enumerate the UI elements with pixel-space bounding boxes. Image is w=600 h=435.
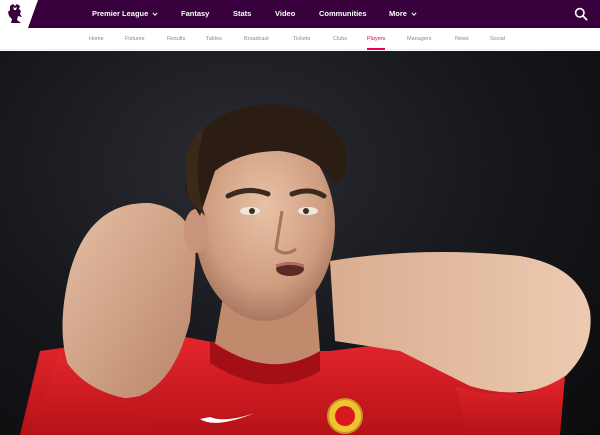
subnav-item-broadcast[interactable]: Broadcast <box>244 28 269 50</box>
subnav-item-fixtures[interactable]: Fixtures <box>125 28 145 50</box>
subnav-item-clubs[interactable]: Clubs <box>333 28 347 50</box>
main-nav-item-label: Video <box>275 9 296 18</box>
main-nav-item-stats[interactable]: Stats <box>233 9 251 18</box>
main-nav-item-label: Communities <box>319 9 367 18</box>
subnav-item-players[interactable]: Players <box>367 28 386 50</box>
main-nav-item-label: Premier League <box>92 9 149 18</box>
main-nav-item-fantasy[interactable]: Fantasy <box>181 9 209 18</box>
main-nav-item-label: More <box>389 9 407 18</box>
chevron-down-icon <box>152 11 158 16</box>
search-icon[interactable] <box>574 7 588 21</box>
player-photo-illustration <box>20 104 591 435</box>
main-nav-item-label: Fantasy <box>181 9 210 18</box>
subnav-item-home[interactable]: Home <box>89 28 104 50</box>
main-nav-item-label: Stats <box>233 9 252 18</box>
sub-navigation: Home Fixtures Results Tables Broadcast Ticket… <box>0 28 600 50</box>
main-nav-item-video[interactable]: Video <box>275 9 295 18</box>
subnav-item-tables[interactable]: Tables <box>206 28 222 50</box>
subnav-item-social[interactable]: Social <box>490 28 505 50</box>
chevron-down-icon <box>411 11 417 16</box>
main-nav-item-communities[interactable]: Communities <box>319 9 367 18</box>
premier-league-lion-logo-icon[interactable] <box>3 2 27 26</box>
subnav-item-news[interactable]: News <box>455 28 469 50</box>
subnav-item-results[interactable]: Results <box>167 28 185 50</box>
top-navigation-bar: Premier League Fantasy Stats Video Communiti… <box>0 0 600 28</box>
player-hero-photo <box>0 51 600 435</box>
main-nav-item-more[interactable]: More <box>389 9 417 18</box>
main-nav-item-premier-league[interactable]: Premier League <box>92 9 158 18</box>
subnav-item-managers[interactable]: Managers <box>407 28 431 50</box>
subnav-item-tickets[interactable]: Tickets <box>293 28 310 50</box>
active-tab-underline <box>367 48 386 50</box>
